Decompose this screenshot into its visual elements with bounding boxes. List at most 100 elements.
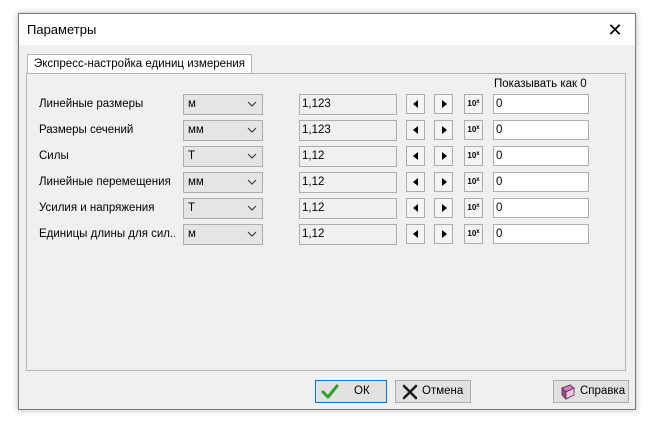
tab-panel	[26, 73, 626, 371]
exp-power: x	[476, 229, 480, 235]
exp-power: x	[476, 177, 480, 183]
decrease-precision-button[interactable]	[406, 172, 425, 192]
show-as-zero-input[interactable]: 0	[493, 94, 589, 114]
power-of-ten-icon: 10x	[467, 125, 480, 134]
exp-base: 10	[467, 203, 477, 212]
power-of-ten-icon: 10x	[467, 99, 480, 108]
unit-select[interactable]: мм	[183, 120, 263, 141]
show-as-zero-value: 0	[496, 202, 503, 214]
help-button[interactable]: Справка	[553, 380, 629, 403]
increase-precision-button[interactable]	[434, 146, 453, 166]
decrease-precision-button[interactable]	[406, 198, 425, 218]
unit-select[interactable]: Т	[183, 198, 263, 219]
tab-express-units[interactable]: Экспресс-настройка единиц измерения	[27, 54, 253, 73]
decrease-precision-button[interactable]	[406, 120, 425, 140]
unit-select[interactable]: Т	[183, 146, 263, 167]
close-button[interactable]: ✕	[595, 14, 635, 45]
row-label: Силы	[39, 150, 69, 162]
row-label: Размеры сечений	[39, 124, 134, 136]
show-as-zero-input[interactable]: 0	[493, 172, 589, 192]
show-as-zero-value: 0	[496, 150, 503, 162]
triangle-left-icon	[412, 178, 418, 186]
triangle-right-icon	[441, 152, 447, 160]
power-of-ten-icon: 10x	[467, 203, 479, 212]
precision-field: 1,12	[299, 146, 397, 167]
exp-power: x	[476, 125, 480, 131]
exp-base: 10	[467, 99, 477, 108]
window-title: Параметры	[27, 22, 97, 37]
unit-select-value: м	[188, 228, 196, 240]
row-label: Усилия и напряжения	[39, 202, 155, 214]
unit-select[interactable]: м	[183, 224, 263, 245]
show-as-zero-input[interactable]: 0	[493, 198, 589, 218]
show-as-zero-value: 0	[496, 98, 503, 110]
exponent-format-button[interactable]: 10x	[464, 94, 483, 114]
show-as-zero-value: 0	[496, 228, 503, 240]
unit-row: Линейные перемещения мм 1,12 10x 0	[19, 172, 637, 194]
triangle-left-icon	[412, 230, 418, 238]
row-label: Единицы длины для сил...	[39, 228, 175, 240]
row-label: Линейные перемещения	[39, 176, 171, 188]
increase-precision-button[interactable]	[434, 224, 453, 244]
precision-field: 1,123	[299, 94, 397, 115]
precision-value: 1,12	[302, 228, 325, 240]
triangle-right-icon	[441, 100, 447, 108]
show-as-zero-input[interactable]: 0	[493, 224, 589, 244]
show-as-zero-input[interactable]: 0	[493, 120, 589, 140]
exponent-format-button[interactable]: 10x	[464, 146, 483, 166]
cancel-button[interactable]: Отмена	[395, 380, 471, 403]
unit-select-value: мм	[188, 176, 204, 188]
precision-value: 1,12	[302, 150, 325, 162]
ok-label: ОК	[354, 385, 370, 397]
triangle-left-icon	[412, 126, 418, 134]
show-as-zero-value: 0	[496, 124, 503, 136]
increase-precision-button[interactable]	[434, 94, 453, 114]
power-of-ten-icon: 10x	[467, 151, 480, 160]
power-of-ten-icon: 10x	[467, 177, 480, 186]
power-of-ten-icon: 10x	[467, 229, 480, 238]
unit-select-value: мм	[188, 124, 204, 136]
chevron-down-icon	[247, 127, 257, 133]
precision-value: 1,123	[302, 98, 331, 110]
exp-base: 10	[467, 125, 477, 134]
ok-button[interactable]: ОК	[315, 380, 387, 403]
increase-precision-button[interactable]	[434, 172, 453, 192]
chevron-down-icon	[247, 179, 257, 185]
unit-select[interactable]: м	[183, 94, 263, 115]
row-label: Линейные размеры	[39, 98, 144, 110]
precision-field: 1,12	[299, 224, 397, 245]
close-icon: ✕	[607, 19, 623, 40]
precision-field: 1,12	[299, 172, 397, 193]
decrease-precision-button[interactable]	[406, 94, 425, 114]
checkmark-icon	[321, 384, 339, 399]
exp-base: 10	[467, 177, 477, 186]
chevron-down-icon	[247, 153, 257, 159]
decrease-precision-button[interactable]	[406, 146, 425, 166]
cancel-label: Отмена	[422, 385, 464, 397]
unit-select[interactable]: мм	[183, 172, 263, 193]
triangle-right-icon	[441, 204, 447, 212]
precision-field: 1,12	[299, 198, 397, 219]
exp-power: x	[476, 99, 480, 105]
chevron-down-icon	[247, 231, 257, 237]
exponent-format-button[interactable]: 10x	[464, 224, 483, 244]
exponent-format-button[interactable]: 10x	[464, 172, 483, 192]
increase-precision-button[interactable]	[434, 198, 453, 218]
triangle-left-icon	[412, 100, 418, 108]
unit-row: Единицы длины для сил... м 1,12 10x 0	[19, 224, 637, 246]
unit-row: Усилия и напряжения Т 1,12 10x 0	[19, 198, 637, 220]
triangle-right-icon	[441, 230, 447, 238]
exp-power: x	[476, 151, 480, 157]
unit-select-value: Т	[188, 150, 196, 162]
precision-field: 1,123	[299, 120, 397, 141]
decrease-precision-button[interactable]	[406, 224, 425, 244]
precision-value: 1,12	[302, 176, 325, 188]
precision-value: 1,12	[302, 202, 325, 214]
exponent-format-button[interactable]: 10x	[464, 120, 483, 140]
triangle-left-icon	[412, 152, 418, 160]
show-as-zero-input[interactable]: 0	[493, 146, 589, 166]
exp-base: 10	[467, 151, 477, 160]
exponent-format-button[interactable]: 10x	[464, 198, 483, 218]
increase-precision-button[interactable]	[434, 120, 453, 140]
unit-select-value: м	[188, 98, 196, 110]
